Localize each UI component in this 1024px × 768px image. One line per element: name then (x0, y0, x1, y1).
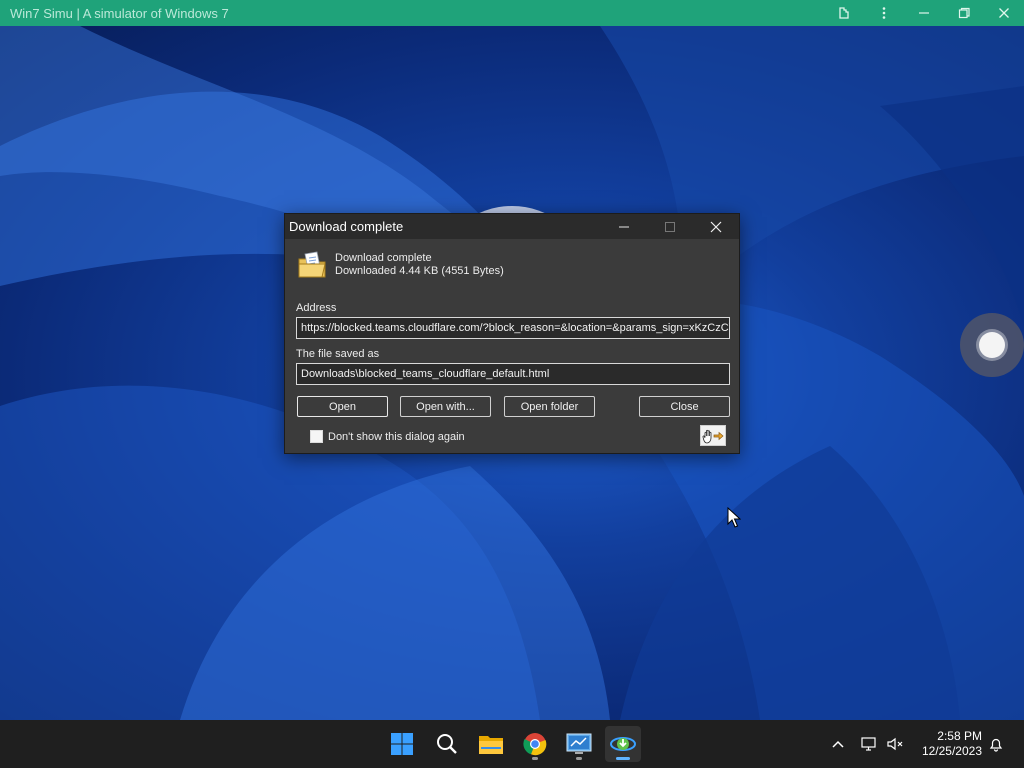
download-heading: Download complete (335, 252, 432, 264)
chevron-up-icon (832, 740, 844, 748)
emulator-title-bar: Win7 Simu | A simulator of Windows 7 (0, 0, 1024, 26)
minimize-icon (619, 226, 629, 227)
taskbar-search[interactable] (429, 726, 465, 762)
volume-muted-icon (887, 737, 903, 751)
open-button[interactable]: Open (297, 396, 388, 417)
emulator-title: Win7 Simu | A simulator of Windows 7 (10, 5, 229, 21)
emulator-minimize-icon[interactable] (904, 0, 944, 26)
address-field[interactable]: https://blocked.teams.cloudflare.com/?bl… (296, 317, 730, 339)
tray-volume[interactable] (886, 734, 906, 754)
bell-icon (989, 738, 1003, 752)
download-folder-icon (298, 251, 326, 278)
close-button[interactable]: Close (639, 396, 730, 417)
chrome-running-indicator (532, 757, 538, 760)
dialog-minimize-button[interactable] (601, 214, 647, 239)
file-explorer-icon (479, 736, 503, 754)
dialog-body: Download complete Downloaded 4.44 KB (45… (285, 239, 739, 455)
grab-hand-button[interactable] (700, 425, 726, 446)
dialog-title: Download complete (289, 219, 404, 234)
network-icon (861, 737, 876, 751)
taskbar-control-panel[interactable] (561, 726, 597, 762)
saved-as-label: The file saved as (296, 348, 380, 360)
maximize-icon (665, 221, 675, 232)
mouse-cursor-icon (727, 507, 741, 528)
download-manager-active-indicator (616, 757, 630, 760)
search-icon (437, 734, 457, 754)
open-with-button[interactable]: Open with... (400, 396, 491, 417)
taskbar-download-manager[interactable] (605, 726, 641, 762)
address-label: Address (296, 302, 337, 314)
dont-show-again-row[interactable]: Don't show this dialog again (310, 430, 465, 443)
saved-as-field[interactable]: Downloads\blocked_teams_cloudflare_defau… (296, 363, 730, 385)
close-icon (710, 221, 722, 232)
dialog-maximize-button (647, 214, 693, 239)
emulator-restore-icon[interactable] (944, 0, 984, 26)
taskbar-chrome[interactable] (517, 726, 553, 762)
start-icon (391, 733, 413, 755)
dialog-close-button[interactable] (693, 214, 739, 239)
download-manager-icon (610, 737, 636, 751)
tray-notifications[interactable] (986, 734, 1006, 754)
chrome-icon (523, 733, 547, 756)
tray-show-hidden[interactable] (828, 734, 848, 754)
hand-arrow-icon (702, 429, 724, 443)
dialog-title-bar[interactable]: Download complete (285, 214, 739, 239)
floating-button-knob (979, 332, 1005, 358)
clock-time: 2:58 PM (937, 729, 982, 743)
open-folder-button[interactable]: Open folder (504, 396, 595, 417)
taskbar-clock[interactable]: 2:58 PM 12/25/2023 (912, 729, 982, 759)
dont-show-again-label: Don't show this dialog again (328, 430, 465, 443)
emulator-close-icon[interactable] (984, 0, 1024, 26)
dont-show-again-checkbox[interactable] (310, 430, 323, 443)
taskbar-file-explorer[interactable] (473, 726, 509, 762)
taskbar-start[interactable] (384, 726, 420, 762)
clock-date: 12/25/2023 (921, 744, 982, 758)
emulator-more-icon[interactable] (864, 0, 904, 26)
download-size: Downloaded 4.44 KB (4551 Bytes) (335, 265, 504, 277)
emulator-extension-icon[interactable] (824, 0, 864, 26)
download-summary: Download complete Downloaded 4.44 KB (45… (335, 252, 504, 278)
control-panel-icon (566, 733, 592, 754)
tray-network[interactable] (860, 734, 880, 754)
download-complete-dialog: Download complete Download complete Down… (284, 213, 740, 454)
taskbar: 2:58 PM 12/25/2023 (0, 720, 1024, 768)
control-panel-running-indicator (576, 757, 582, 760)
floating-assistive-button[interactable] (960, 313, 1024, 377)
